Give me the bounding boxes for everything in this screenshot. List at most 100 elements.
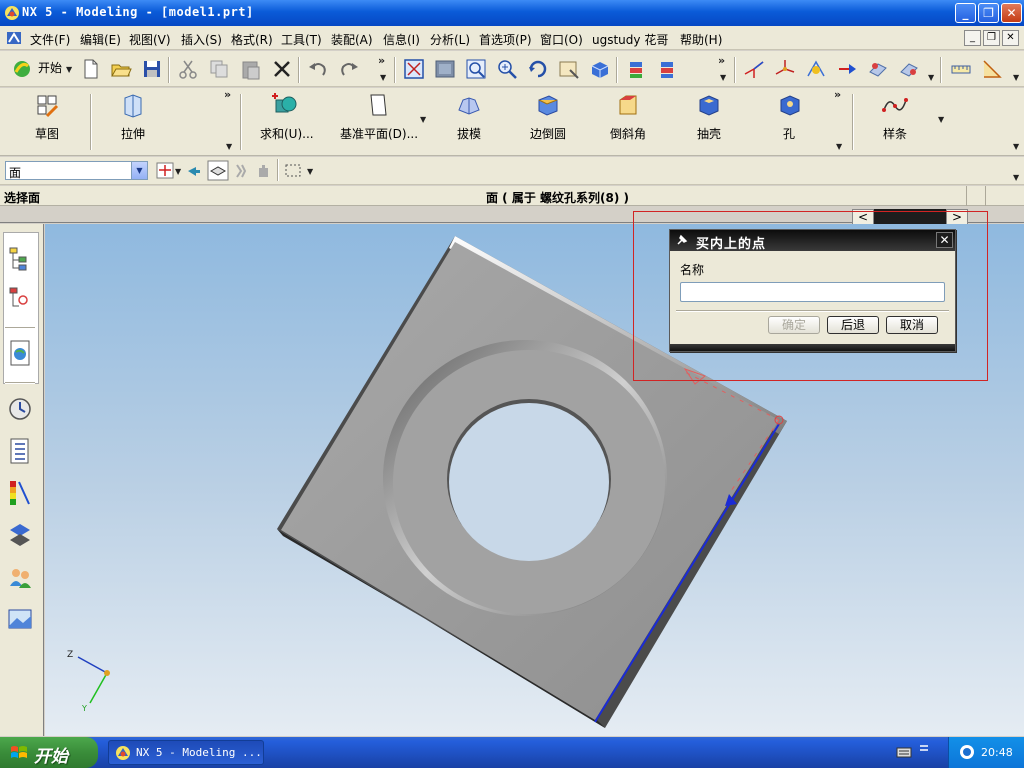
- constraint-navigator-icon[interactable]: [7, 284, 33, 314]
- datum-plane-button[interactable]: 基准平面(D)...: [340, 92, 418, 142]
- start-menu-button[interactable]: 开始: [38, 59, 62, 76]
- zoom-in-out-icon[interactable]: [496, 58, 518, 80]
- rectangle-dropdown-icon[interactable]: ▼: [307, 167, 313, 176]
- rectangle-select-icon[interactable]: [284, 163, 302, 178]
- toolbar-overflow-icon[interactable]: »: [718, 54, 725, 67]
- cancel-button[interactable]: 取消: [886, 316, 938, 334]
- zoom-icon[interactable]: [465, 58, 487, 80]
- toolbar-dropdown-icon[interactable]: ▼: [720, 73, 726, 82]
- restore-button[interactable]: ❐: [978, 3, 999, 23]
- snap-point-icon[interactable]: [156, 162, 174, 179]
- datum-dropdown-icon[interactable]: ▼: [420, 115, 426, 124]
- menu-tools[interactable]: 工具(T): [281, 31, 322, 48]
- mdi-minimize-button[interactable]: _: [964, 30, 981, 46]
- start-button[interactable]: 开始: [0, 737, 98, 768]
- sketch-button[interactable]: 草图: [30, 92, 64, 142]
- unite-button[interactable]: 求和(U)...: [260, 92, 314, 142]
- plane-icon[interactable]: [867, 58, 889, 80]
- menu-insert[interactable]: 插入(S): [181, 31, 222, 48]
- layer-settings-icon[interactable]: [657, 58, 679, 80]
- name-input[interactable]: [680, 282, 945, 302]
- roles-icon[interactable]: [7, 562, 33, 592]
- keyboard-icon[interactable]: [896, 745, 912, 759]
- input-method-icon[interactable]: [918, 743, 930, 757]
- hand-icon[interactable]: [254, 162, 272, 179]
- web-browser-icon[interactable]: [7, 338, 33, 368]
- select-face-icon[interactable]: [207, 160, 229, 181]
- assembly-navigator-icon[interactable]: [7, 244, 33, 274]
- palette-icon[interactable]: [7, 478, 33, 508]
- menu-edit[interactable]: 编辑(E): [80, 31, 121, 48]
- menu-format[interactable]: 格式(R): [231, 31, 273, 48]
- point-icon[interactable]: [805, 58, 827, 80]
- menu-assemblies[interactable]: 装配(A): [331, 31, 373, 48]
- start-icon[interactable]: [12, 59, 32, 79]
- distance-icon[interactable]: [898, 58, 920, 80]
- cut-icon[interactable]: [177, 58, 199, 80]
- close-button[interactable]: ✕: [1001, 3, 1022, 23]
- paste-icon[interactable]: [240, 58, 262, 80]
- copy-icon[interactable]: [208, 58, 230, 80]
- pin-icon[interactable]: [675, 233, 689, 247]
- zoom-window-icon[interactable]: [434, 58, 456, 80]
- menu-information[interactable]: 信息(I): [383, 31, 420, 48]
- feature-dropdown-icon[interactable]: ▼: [1013, 142, 1019, 151]
- save-icon[interactable]: [141, 58, 163, 80]
- mdi-restore-button[interactable]: ❐: [983, 30, 1000, 46]
- angle-icon[interactable]: [981, 58, 1003, 80]
- rotate-icon[interactable]: [527, 58, 549, 80]
- dialog-close-button[interactable]: ✕: [936, 232, 953, 248]
- ok-button[interactable]: 确定: [768, 316, 820, 334]
- nx-menu-icon[interactable]: [6, 31, 22, 45]
- new-icon[interactable]: [80, 58, 102, 80]
- shell-button[interactable]: 抽壳: [692, 92, 726, 142]
- undo-icon[interactable]: [307, 58, 329, 80]
- deselect-icon[interactable]: [233, 162, 249, 179]
- csys-icon[interactable]: [774, 58, 796, 80]
- menu-preferences[interactable]: 首选项(P): [479, 31, 532, 48]
- edge-blend-button[interactable]: 边倒圆: [528, 92, 568, 142]
- wcs-icon[interactable]: [743, 58, 765, 80]
- chamfer-button[interactable]: 倒斜角: [608, 92, 648, 142]
- selbar-dropdown-icon[interactable]: ▼: [1013, 173, 1019, 182]
- minimize-button[interactable]: _: [955, 3, 976, 23]
- taskbar-item-nx[interactable]: NX 5 - Modeling ...: [108, 740, 264, 765]
- fit-icon[interactable]: [403, 58, 425, 80]
- mdi-close-button[interactable]: ✕: [1002, 30, 1019, 46]
- feature-overflow-icon[interactable]: »: [224, 88, 231, 101]
- part-navigator-icon[interactable]: [7, 436, 33, 466]
- feature-dropdown-icon[interactable]: ▼: [836, 142, 842, 151]
- feature-overflow-icon[interactable]: »: [834, 88, 841, 101]
- snap-dropdown-icon[interactable]: ▼: [175, 167, 181, 176]
- shaded-icon[interactable]: [589, 58, 611, 80]
- spline-dropdown-icon[interactable]: ▼: [938, 115, 944, 124]
- history-icon[interactable]: [7, 394, 33, 424]
- redo-icon[interactable]: [338, 58, 360, 80]
- delete-icon[interactable]: [271, 58, 293, 80]
- toolbar-dropdown-icon[interactable]: ▼: [928, 73, 934, 82]
- extrude-button[interactable]: 拉伸: [116, 92, 150, 142]
- pan-icon[interactable]: [558, 58, 580, 80]
- start-dropdown-icon[interactable]: ▼: [66, 65, 72, 74]
- vector-icon[interactable]: [836, 58, 858, 80]
- toolbar-dropdown-icon[interactable]: ▼: [380, 73, 386, 82]
- feature-dropdown-icon[interactable]: ▼: [226, 142, 232, 151]
- type-filter-select[interactable]: 面 ▼: [5, 161, 148, 180]
- measure-icon[interactable]: [950, 58, 972, 80]
- system-scene-icon[interactable]: [7, 604, 33, 634]
- back-button[interactable]: 后退: [827, 316, 879, 334]
- draft-button[interactable]: 拔模: [452, 92, 486, 142]
- menu-view[interactable]: 视图(V): [129, 31, 171, 48]
- spline-button[interactable]: 样条: [880, 92, 910, 142]
- menu-window[interactable]: 窗口(O): [540, 31, 583, 48]
- menu-analysis[interactable]: 分析(L): [430, 31, 470, 48]
- select-arrow-icon[interactable]: [186, 162, 202, 179]
- process-studio-icon[interactable]: [7, 520, 33, 550]
- hole-button[interactable]: 孔: [776, 92, 802, 142]
- toolbar-overflow-icon[interactable]: »: [378, 54, 385, 67]
- help-icon[interactable]: [959, 744, 975, 760]
- menu-help[interactable]: 帮助(H): [680, 31, 722, 48]
- menu-ugstudy[interactable]: ugstudy 花哥: [592, 31, 668, 48]
- layers-icon[interactable]: [626, 58, 648, 80]
- chevron-down-icon[interactable]: ▼: [131, 162, 147, 179]
